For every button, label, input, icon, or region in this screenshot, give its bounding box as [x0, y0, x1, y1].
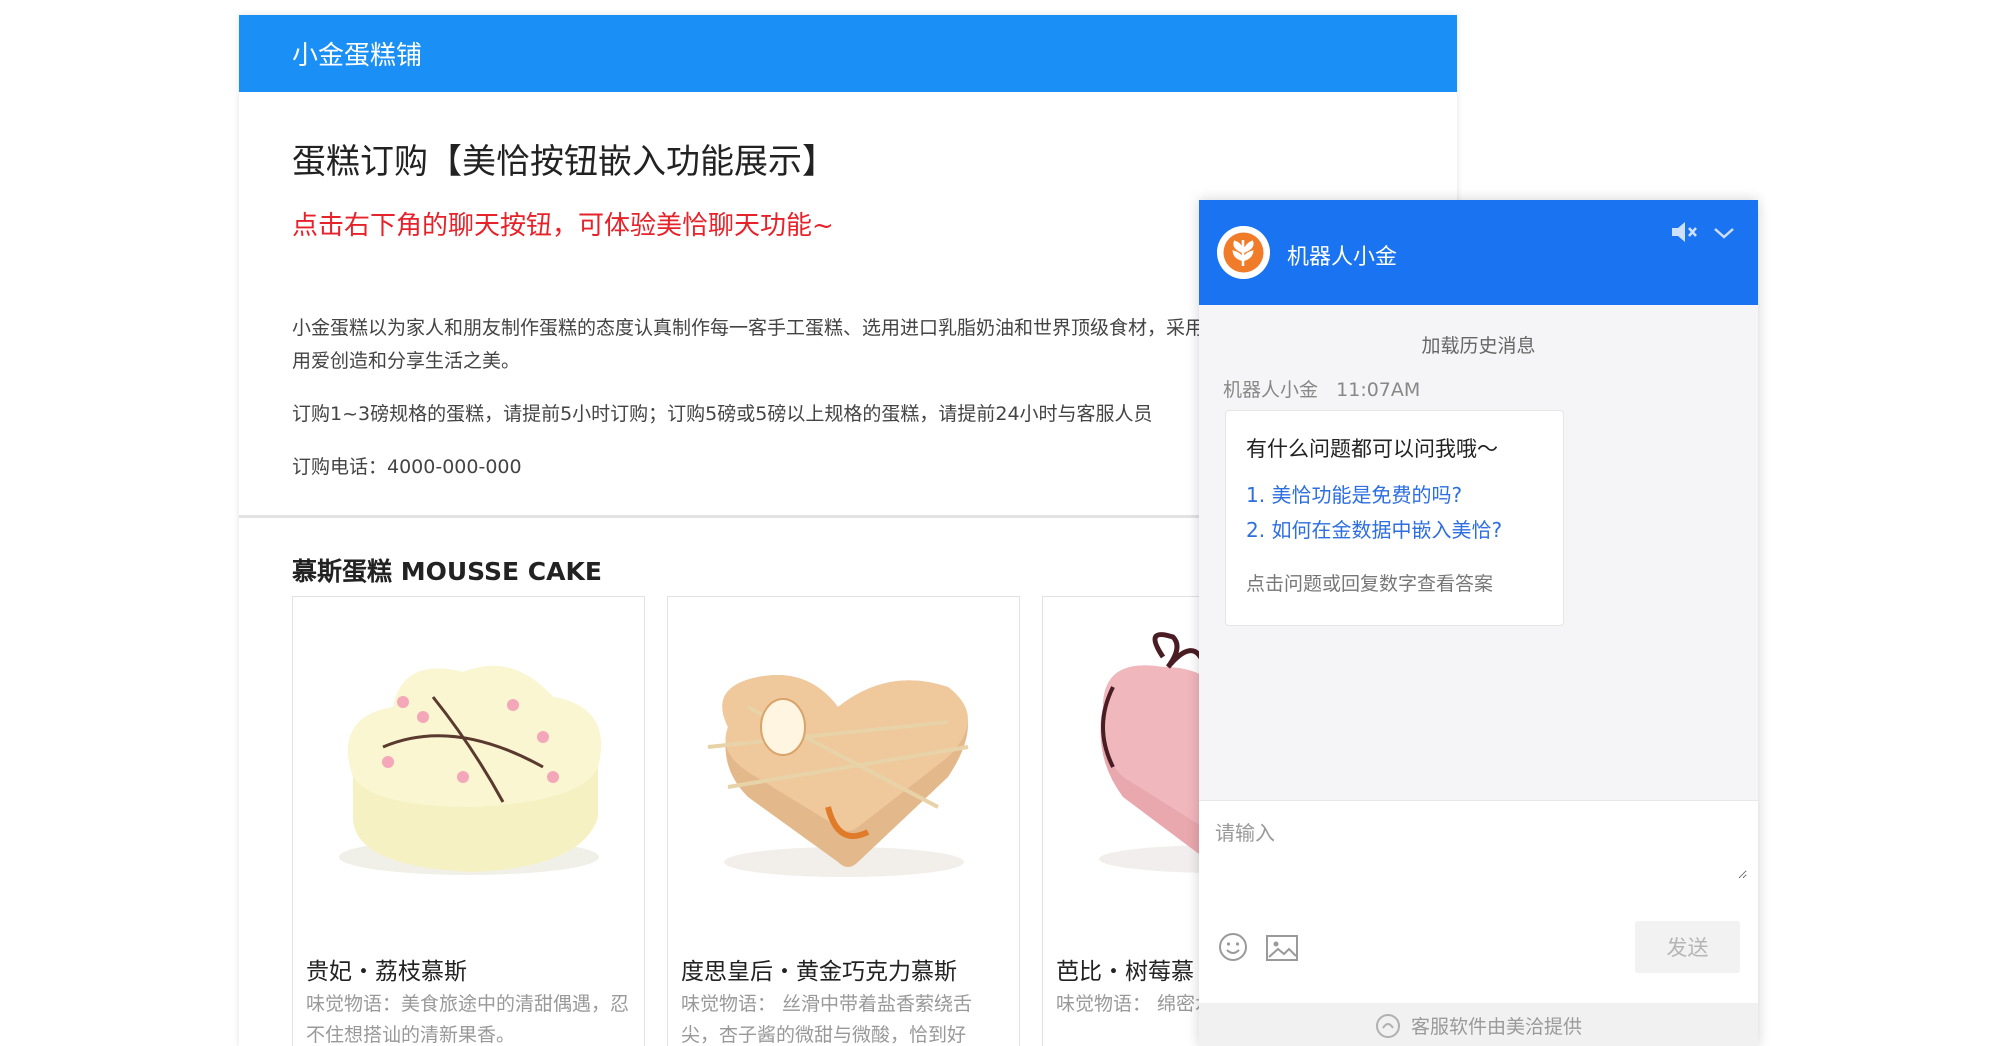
- message-sender: 机器人小金: [1223, 379, 1319, 401]
- chat-header: 机器人小金: [1199, 200, 1758, 305]
- bot-message-bubble: 有什么问题都可以问我哦～ 1. 美恰功能是免费的吗? 2. 如何在金数据中嵌入美…: [1225, 410, 1564, 626]
- section-title: 慕斯蛋糕 MOUSSE CAKE: [292, 557, 602, 586]
- faq-link-embed[interactable]: 2. 如何在金数据中嵌入美恰?: [1246, 514, 1502, 543]
- meiqia-logo-icon: [1375, 1013, 1400, 1038]
- chat-messages: 加载历史消息 机器人小金 11:07AM 有什么问题都可以问我哦～ 1. 美恰功…: [1199, 305, 1758, 800]
- chat-widget: 机器人小金 加载历史消息 机器人小金 11:07AM 有什么问题都可以问我哦～ …: [1199, 200, 1758, 1046]
- bot-greeting: 有什么问题都可以问我哦～: [1246, 437, 1498, 461]
- message-time: 11:07AM: [1336, 379, 1421, 401]
- powered-by-text[interactable]: 客服软件由美洽提供: [1411, 1012, 1582, 1039]
- bot-avatar-icon: [1217, 226, 1270, 279]
- chat-input-area: 发送: [1199, 800, 1758, 1004]
- chat-message-input[interactable]: [1213, 815, 1747, 879]
- image-upload-icon[interactable]: [1265, 933, 1299, 963]
- chat-footer: 客服软件由美洽提供: [1199, 1003, 1758, 1046]
- load-history-link[interactable]: 加载历史消息: [1199, 331, 1758, 358]
- cake-description: 味觉物语：美食旅途中的清甜偶遇，忍不住想搭讪的清新果香。: [306, 993, 630, 1046]
- chevron-down-icon[interactable]: [1710, 220, 1738, 246]
- faq-link-free[interactable]: 1. 美恰功能是免费的吗?: [1246, 479, 1462, 508]
- cake-card[interactable]: 贵妃・荔枝慕斯 味觉物语：美食旅途中的清甜偶遇，忍不住想搭讪的清新果香。: [292, 596, 645, 1046]
- mute-icon[interactable]: [1669, 218, 1699, 246]
- lychee-mousse-image: [339, 665, 601, 875]
- faq-tip: 点击问题或回复数字查看答案: [1246, 573, 1494, 595]
- bot-name: 机器人小金: [1287, 245, 1398, 270]
- shop-name: 小金蛋糕铺: [292, 41, 423, 71]
- page-title: 蛋糕订购【美恰按钮嵌入功能展示】: [292, 142, 836, 182]
- send-button[interactable]: 发送: [1635, 921, 1740, 973]
- cake-description: 味觉物语： 丝滑中带着盐香萦绕舌尖，杏子酱的微甜与微酸，恰到好: [681, 993, 973, 1046]
- cake-name: 贵妃・荔枝慕斯: [306, 959, 467, 985]
- cake-name: 芭比・树莓慕: [1056, 959, 1194, 985]
- cake-name: 度思皇后・黄金巧克力慕斯: [681, 959, 957, 985]
- cake-card[interactable]: 度思皇后・黄金巧克力慕斯 味觉物语： 丝滑中带着盐香萦绕舌尖，杏子酱的微甜与微酸…: [667, 596, 1020, 1046]
- shop-header: 小金蛋糕铺: [239, 15, 1457, 92]
- emoji-icon[interactable]: [1217, 931, 1249, 963]
- message-meta: 机器人小金 11:07AM: [1223, 375, 1420, 402]
- golden-chocolate-mousse-image: [707, 675, 969, 877]
